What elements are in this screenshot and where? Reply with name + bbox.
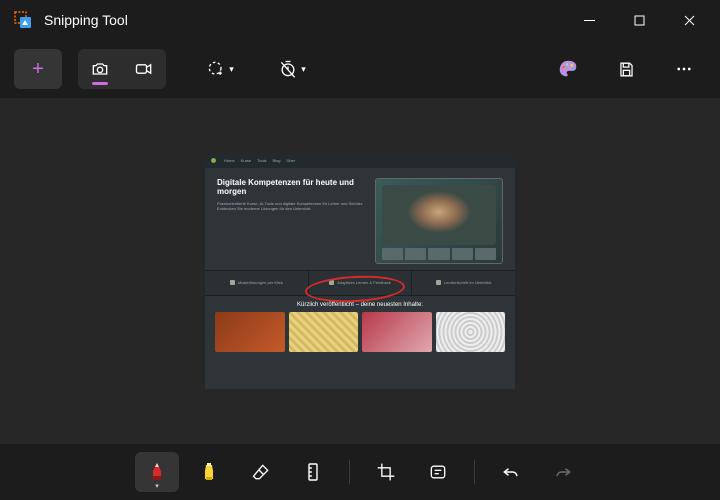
hero-sub: Praxisorientierte Kurse, AI-Tools und di… <box>217 201 367 211</box>
close-button[interactable] <box>666 4 712 36</box>
window-controls <box>566 4 712 36</box>
captured-image: HomeKurseToolsBlogÜber Digitale Kompeten… <box>205 154 515 389</box>
video-mode-button[interactable] <box>122 49 166 89</box>
hero-image <box>375 178 503 264</box>
ruler-tool-button[interactable] <box>291 452 335 492</box>
edit-in-paint-button[interactable] <box>546 49 590 89</box>
more-button[interactable] <box>662 49 706 89</box>
window-title: Snipping Tool <box>44 12 566 28</box>
text-actions-button[interactable] <box>416 452 460 492</box>
capture-mode-group <box>78 49 166 89</box>
paint-icon <box>557 58 579 80</box>
eraser-tool-button[interactable] <box>239 452 283 492</box>
plus-icon: + <box>32 58 44 81</box>
chevron-down-icon: ▾ <box>229 64 234 75</box>
chevron-down-icon: ▾ <box>155 482 159 490</box>
selected-indicator <box>92 82 108 85</box>
photo-mode-button[interactable] <box>78 49 122 89</box>
hero-title: Digitale Kompetenzen für heute und morge… <box>217 178 367 197</box>
highlighter-tool-button[interactable] <box>187 452 231 492</box>
titlebar: Snipping Tool <box>0 0 720 40</box>
minimize-button[interactable] <box>566 4 612 36</box>
separator <box>349 460 350 484</box>
crop-tool-button[interactable] <box>364 452 408 492</box>
delay-dropdown[interactable]: ▾ <box>270 49 314 89</box>
save-button[interactable] <box>604 49 648 89</box>
separator <box>474 460 475 484</box>
snip-shape-dropdown[interactable]: ▾ <box>198 49 242 89</box>
app-icon <box>14 11 32 29</box>
undo-button[interactable] <box>489 452 533 492</box>
canvas-area[interactable]: HomeKurseToolsBlogÜber Digitale Kompeten… <box>0 98 720 444</box>
pen-tool-button[interactable]: ▾ <box>135 452 179 492</box>
redo-button[interactable] <box>541 452 585 492</box>
chevron-down-icon: ▾ <box>301 64 306 75</box>
new-snip-button[interactable]: + <box>14 49 62 89</box>
top-toolbar: + ▾ ▾ <box>0 40 720 98</box>
bottom-toolbar: ▾ <box>0 444 720 500</box>
maximize-button[interactable] <box>616 4 662 36</box>
